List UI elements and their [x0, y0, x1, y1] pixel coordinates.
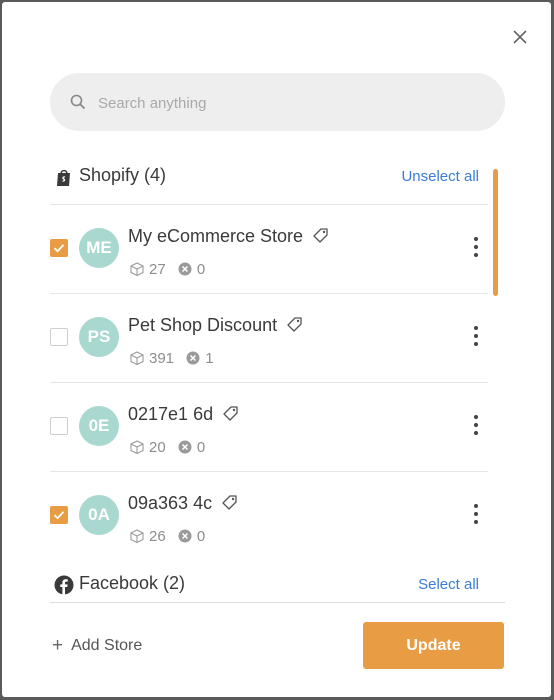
store-stats: 27 0 — [130, 261, 213, 278]
more-options-button[interactable] — [468, 324, 484, 348]
facebook-icon — [54, 575, 74, 595]
box-icon — [130, 440, 144, 455]
group-header-shopify: Shopify (4) Unselect all — [54, 163, 479, 191]
error-circle-icon — [178, 262, 192, 276]
group-title: Facebook (2) — [79, 573, 186, 593]
store-name[interactable]: 09a363 4c — [128, 493, 238, 514]
error-count: 1 — [186, 350, 214, 367]
list-item-store[interactable]: 0E 0217e1 6d 20 0 — [50, 383, 488, 471]
store-checkbox[interactable] — [50, 417, 68, 435]
store-stats: 26 0 — [130, 528, 213, 545]
product-count: 391 — [130, 350, 174, 367]
close-button[interactable] — [508, 25, 532, 49]
update-button[interactable]: Update — [363, 622, 504, 669]
plus-icon: + — [52, 635, 64, 656]
store-checkbox[interactable] — [50, 239, 68, 257]
store-name[interactable]: My eCommerce Store — [128, 226, 329, 247]
store-name-text: Pet Shop Discount — [128, 315, 278, 335]
store-checkbox[interactable] — [50, 506, 68, 524]
product-count: 26 — [130, 528, 166, 545]
footer-divider — [50, 602, 505, 603]
tag-icon[interactable] — [312, 227, 329, 244]
check-icon — [53, 511, 65, 520]
list-item-store[interactable]: PS Pet Shop Discount 391 1 — [50, 294, 488, 382]
shopify-bag-icon — [57, 169, 70, 186]
tag-icon[interactable] — [286, 316, 303, 333]
error-count: 0 — [178, 528, 205, 545]
store-selector-modal: Shopify (4) Unselect all ME My eCommerce… — [2, 2, 551, 697]
error-count: 0 — [178, 439, 205, 456]
search-bar — [50, 73, 505, 133]
box-icon — [130, 529, 144, 544]
store-avatar: ME — [79, 228, 119, 268]
select-all-link[interactable]: Select all — [418, 576, 479, 593]
store-name[interactable]: 0217e1 6d — [128, 404, 239, 425]
store-list[interactable]: Shopify (4) Unselect all ME My eCommerce… — [2, 152, 551, 598]
error-circle-icon — [186, 351, 200, 365]
product-count: 27 — [130, 261, 166, 278]
box-icon — [130, 351, 144, 366]
add-store-button[interactable]: + Add Store — [52, 635, 142, 657]
error-count: 0 — [178, 261, 205, 278]
list-item-store[interactable]: 0A 09a363 4c 26 0 — [50, 472, 488, 560]
store-stats: 20 0 — [130, 439, 213, 456]
group-title: Shopify (4) — [79, 165, 167, 185]
error-circle-icon — [178, 440, 192, 454]
search-input[interactable] — [96, 73, 480, 133]
unselect-all-link[interactable]: Unselect all — [401, 168, 479, 185]
more-options-button[interactable] — [468, 235, 484, 259]
close-icon — [513, 30, 527, 44]
store-stats: 391 1 — [130, 350, 222, 367]
store-checkbox[interactable] — [50, 328, 68, 346]
store-name-text: 09a363 4c — [128, 493, 213, 513]
search-icon — [70, 94, 86, 110]
store-avatar: PS — [79, 317, 119, 357]
box-icon — [130, 262, 144, 277]
scrollbar-thumb[interactable] — [493, 169, 498, 296]
product-count: 20 — [130, 439, 166, 456]
group-header-facebook: Facebook (2) Select all — [54, 571, 479, 598]
error-circle-icon — [178, 529, 192, 543]
store-name-text: 0217e1 6d — [128, 404, 214, 424]
store-avatar: 0A — [79, 495, 119, 535]
store-avatar: 0E — [79, 406, 119, 446]
list-item-store[interactable]: ME My eCommerce Store 27 0 — [50, 205, 488, 293]
more-options-button[interactable] — [468, 413, 484, 437]
add-store-label: Add Store — [71, 637, 143, 654]
tag-icon[interactable] — [222, 405, 239, 422]
more-options-button[interactable] — [468, 502, 484, 526]
store-name-text: My eCommerce Store — [128, 226, 304, 246]
tag-icon[interactable] — [221, 494, 238, 511]
store-name[interactable]: Pet Shop Discount — [128, 315, 303, 336]
check-icon — [53, 244, 65, 253]
